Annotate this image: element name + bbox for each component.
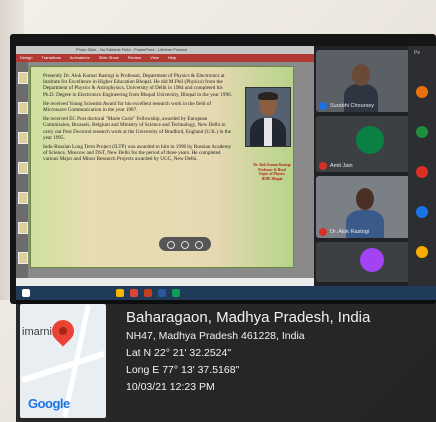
word-icon[interactable] <box>158 289 166 297</box>
slide-thumbnail[interactable] <box>18 222 28 234</box>
slide-paragraph: Indo-Russian Long Term Project (ILTP) wa… <box>43 144 232 163</box>
mic-off-icon <box>319 162 327 170</box>
portrait-photo <box>245 87 291 147</box>
people-sidebar[interactable]: Pe <box>408 46 436 286</box>
powerpoint-icon[interactable] <box>144 289 152 297</box>
powerpoint-titlebar: Photo Slide - No Editable Field - PowerP… <box>16 46 314 54</box>
slide-paragraph: Presently Dr. Alok Kumar Rastogi is Prof… <box>43 73 232 98</box>
slide-body-text: Presently Dr. Alok Kumar Rastogi is Prof… <box>43 73 233 166</box>
slide-paragraph: He received EC Post doctoral "Marie Curi… <box>43 116 231 141</box>
ribbon-tab-help[interactable]: Help <box>168 55 176 60</box>
powerpoint-title: Photo Slide - No Editable Field - PowerP… <box>76 47 187 52</box>
photo: Photo Slide - No Editable Field - PowerP… <box>0 0 436 422</box>
presentation-controls[interactable] <box>159 237 211 251</box>
ribbon-tab-slide-show[interactable]: Slide Show <box>99 55 119 60</box>
avatar <box>416 86 428 98</box>
mic-off-icon <box>319 228 327 236</box>
start-icon[interactable] <box>22 289 30 297</box>
slide-thumbnail[interactable] <box>18 72 28 84</box>
slide-thumbnails <box>16 62 28 278</box>
excel-icon[interactable] <box>172 289 180 297</box>
ribbon-tab-design[interactable]: Design <box>20 55 32 60</box>
avatar <box>416 246 428 258</box>
participant-name: Amit Jain <box>330 163 353 169</box>
participant-name: Dr. Alok Rastogi <box>330 229 370 235</box>
slide-thumbnail[interactable] <box>18 252 28 264</box>
geotag-overlay: imarni Google Baharagaon, Madhya Pradesh… <box>16 300 436 422</box>
geotag-datetime: 10/03/21 12:23 PM <box>126 381 215 393</box>
ribbon-tab-view[interactable]: View <box>150 55 159 60</box>
avatar <box>416 206 428 218</box>
location-map: imarni Google <box>20 304 106 418</box>
slide-canvas[interactable]: Presently Dr. Alok Kumar Rastogi is Prof… <box>30 66 294 268</box>
previous-icon[interactable] <box>167 241 175 249</box>
geotag-address: NH47, Madhya Pradesh 461228, India <box>126 330 305 342</box>
chrome-icon[interactable] <box>130 289 138 297</box>
ribbon-tab-review[interactable]: Review <box>128 55 141 60</box>
avatar <box>356 126 384 154</box>
caption-line: IEHE Bhopal <box>261 176 283 181</box>
geotag-longitude: Long E 77° 13' 37.5168" <box>126 364 240 376</box>
ribbon-tab-animations[interactable]: Animations <box>70 55 90 60</box>
google-logo: Google <box>28 396 70 411</box>
slide-thumbnail[interactable] <box>18 162 28 174</box>
powerpoint-statusbar <box>16 278 314 286</box>
people-tab-label: Pe <box>414 50 421 56</box>
geotag-details: Baharagaon, Madhya Pradesh, India NH47, … <box>126 308 432 396</box>
ribbon-tab-transitions[interactable]: Transitions <box>42 55 61 60</box>
mic-icon <box>319 102 327 110</box>
slide-paragraph: He received Young Scientist Award for hi… <box>43 100 212 114</box>
next-icon[interactable] <box>195 241 203 249</box>
slide-thumbnail[interactable] <box>18 102 28 114</box>
slide-thumbnail[interactable] <box>18 192 28 204</box>
avatar <box>416 166 428 178</box>
avatar <box>360 248 384 272</box>
portrait-caption: Dr. Alok Kumar Rastogi Professor & Head … <box>251 163 293 181</box>
pointer-icon[interactable] <box>181 241 189 249</box>
explorer-icon[interactable] <box>116 289 124 297</box>
slide-thumbnail[interactable] <box>18 132 28 144</box>
windows-taskbar <box>16 286 436 300</box>
geotag-latitude: Lat N 22° 21' 32.2524" <box>126 347 232 359</box>
powerpoint-workspace: Presently Dr. Alok Kumar Rastogi is Prof… <box>16 62 314 294</box>
avatar <box>416 126 428 138</box>
participant-name: Surabhi Choursey <box>330 103 375 109</box>
caption-line: Dr. Alok Kumar Rastogi <box>253 163 291 167</box>
map-place-label: imarni <box>22 326 52 338</box>
geotag-place: Baharagaon, Madhya Pradesh, India <box>126 309 371 326</box>
monitor-screen: Photo Slide - No Editable Field - PowerP… <box>16 46 436 300</box>
powerpoint-ribbon: Design Transitions Animations Slide Show… <box>16 54 314 62</box>
